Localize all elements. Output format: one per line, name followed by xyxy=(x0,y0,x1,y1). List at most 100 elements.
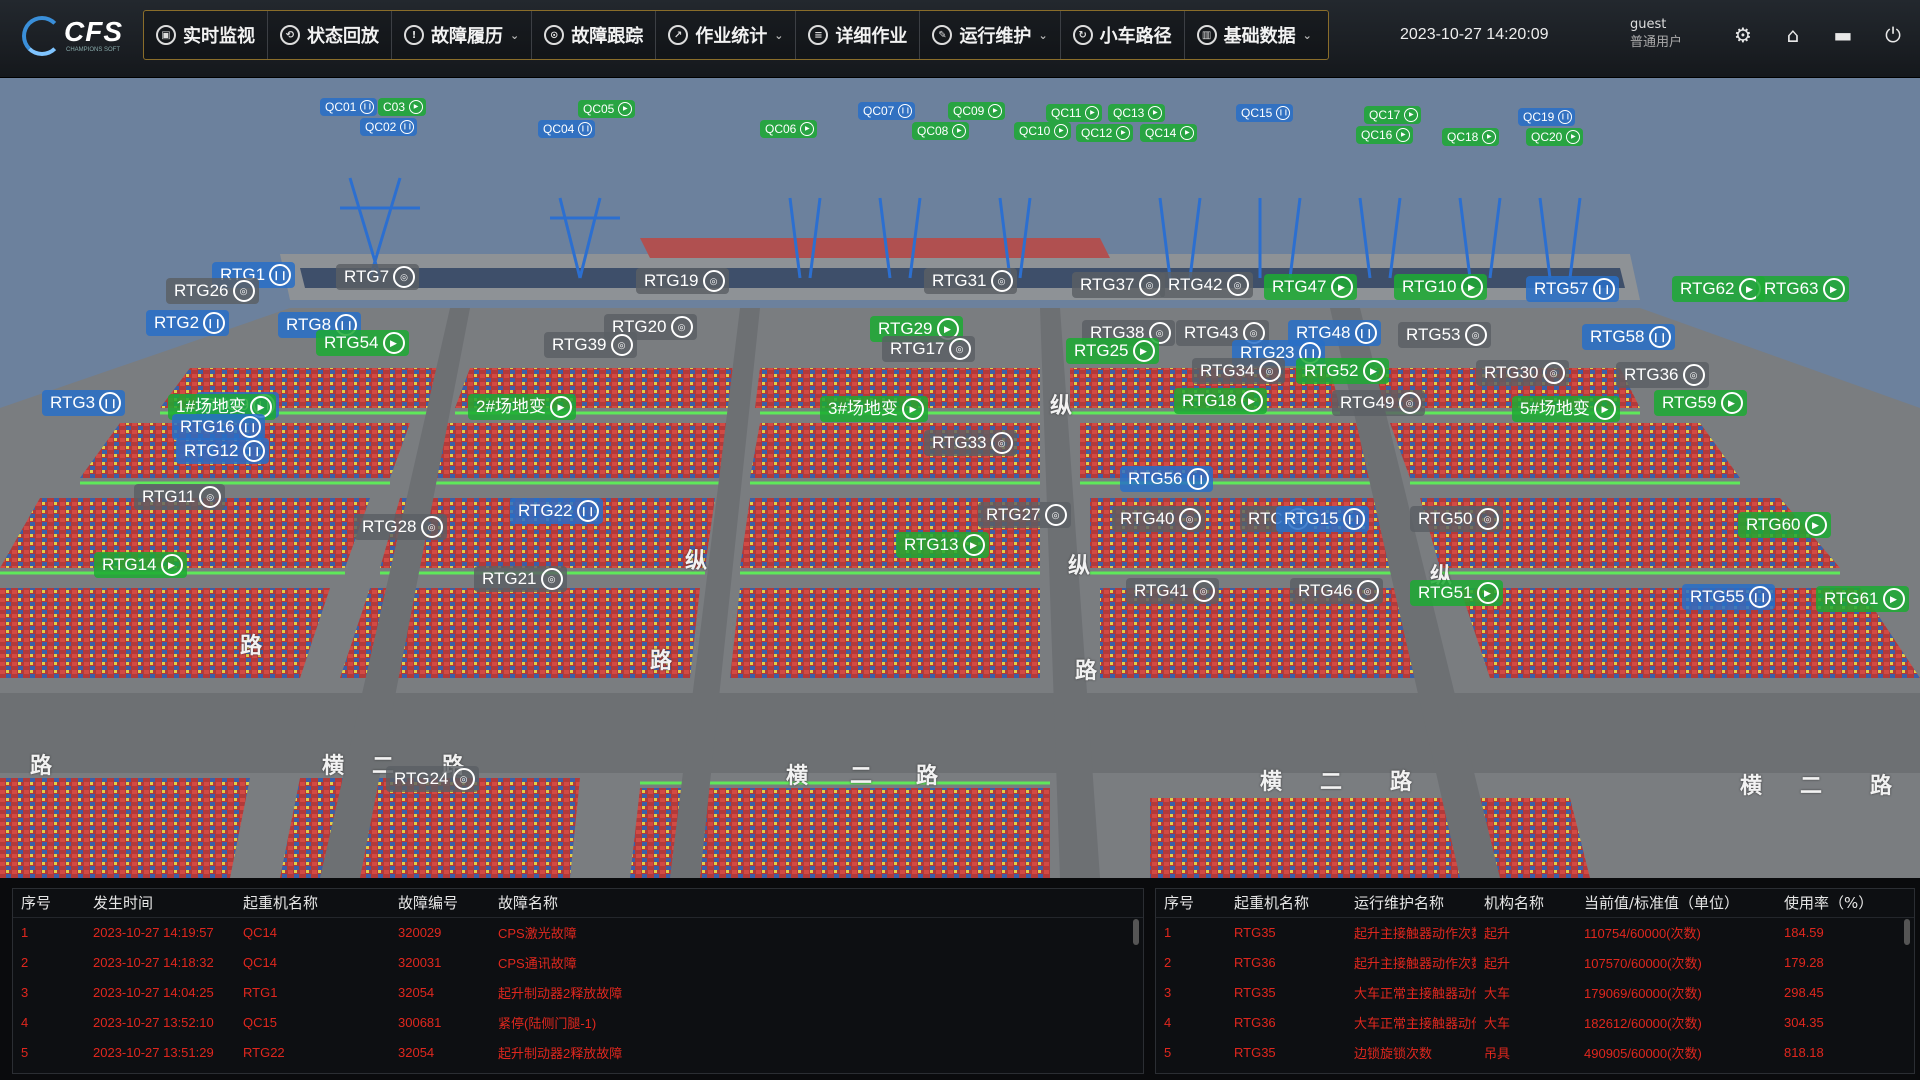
qc-tag[interactable]: QC02 ❙❙ xyxy=(360,118,418,136)
rtg-tag[interactable]: RTG42 ◎ xyxy=(1160,272,1253,298)
qc-tag[interactable]: QC13 ▶ xyxy=(1108,104,1166,122)
fault-table-row[interactable]: 1 2023-10-27 14:19:57 QC14 320029 CPS激光故障 xyxy=(13,917,1143,947)
nav-item[interactable]: ⊙ 故障跟踪 xyxy=(532,11,657,59)
rtg-tag[interactable]: RTG59 ▶ xyxy=(1654,390,1747,416)
qc-tag[interactable]: C03 ▶ xyxy=(378,98,427,116)
rtg-tag[interactable]: RTG15 ❙❙ xyxy=(1276,506,1369,532)
rtg-tag[interactable]: RTG62 ▶ xyxy=(1672,276,1765,302)
rtg-tag[interactable]: RTG12 ❙❙ xyxy=(176,438,269,464)
fault-table-column-header[interactable]: 序号 xyxy=(13,889,85,918)
maintenance-table-column-header[interactable]: 运行维护名称 xyxy=(1346,889,1476,918)
rtg-tag[interactable]: RTG47 ▶ xyxy=(1264,274,1357,300)
qc-tag[interactable]: QC09 ▶ xyxy=(948,102,1006,120)
nav-item[interactable]: ✎ 运行维护 ⌄ xyxy=(920,11,1061,59)
qc-tag[interactable]: QC11 ▶ xyxy=(1046,104,1103,122)
rtg-tag[interactable]: 3#场地变 ▶ xyxy=(820,396,928,422)
rtg-tag[interactable]: RTG3 ❙❙ xyxy=(42,390,126,416)
fault-table-row[interactable]: 3 2023-10-27 14:04:25 RTG1 32054 起升制动器2释放故障 xyxy=(13,977,1143,1007)
nav-item[interactable]: ▥ 基础数据 ⌄ xyxy=(1185,11,1324,59)
rtg-tag[interactable]: RTG30 ◎ xyxy=(1476,360,1569,386)
rtg-tag[interactable]: RTG52 ▶ xyxy=(1296,358,1389,384)
fault-table-column-header[interactable]: 故障名称 xyxy=(490,889,1143,918)
maintenance-table-column-header[interactable]: 使用率（%） xyxy=(1776,889,1914,918)
rtg-tag[interactable]: RTG13 ▶ xyxy=(896,532,989,558)
fault-table-row[interactable]: 5 2023-10-27 13:51:29 RTG22 32054 起升制动器2释放故障 xyxy=(13,1037,1143,1067)
maintenance-table-column-header[interactable]: 当前值/标准值（单位） xyxy=(1576,889,1776,918)
rtg-tag[interactable]: RTG37 ◎ xyxy=(1072,272,1165,298)
qc-tag[interactable]: QC04 ❙❙ xyxy=(538,120,596,138)
rtg-tag[interactable]: RTG53 ◎ xyxy=(1398,322,1491,348)
rtg-tag[interactable]: RTG21 ◎ xyxy=(474,566,567,592)
rtg-tag[interactable]: RTG25 ▶ xyxy=(1066,338,1159,364)
rtg-tag[interactable]: RTG14 ▶ xyxy=(94,552,187,578)
qc-tag[interactable]: QC16 ▶ xyxy=(1356,126,1414,144)
rtg-tag[interactable]: RTG17 ◎ xyxy=(882,336,975,362)
maintenance-table-row[interactable]: 5 RTG35 边锁旋锁次数 吊具 490905/60000(次数) 818.18 xyxy=(1156,1037,1914,1067)
nav-item[interactable]: ▣ 实时监视 xyxy=(144,11,268,59)
fault-table-row[interactable]: 4 2023-10-27 13:52:10 QC15 300681 紧停(陆侧门腿-1) xyxy=(13,1007,1143,1037)
power-icon[interactable]: ⏻ xyxy=(1880,22,1906,48)
maintenance-table-row[interactable]: 3 RTG35 大车正常主接触器动作次数大车 179069/60000(次数) 298.… xyxy=(1156,977,1914,1007)
rtg-tag[interactable]: RTG54 ▶ xyxy=(316,330,409,356)
fault-scrollbar[interactable] xyxy=(1133,919,1139,945)
rtg-tag[interactable]: RTG57 ❙❙ xyxy=(1526,276,1619,302)
qc-tag[interactable]: QC14 ▶ xyxy=(1140,124,1198,142)
qc-tag[interactable]: QC10 ▶ xyxy=(1014,122,1072,140)
qc-tag[interactable]: QC17 ▶ xyxy=(1364,106,1422,124)
rtg-tag[interactable]: RTG10 ▶ xyxy=(1394,274,1487,300)
qc-tag[interactable]: QC20 ▶ xyxy=(1526,128,1584,146)
rtg-tag[interactable]: RTG19 ◎ xyxy=(636,268,729,294)
rtg-tag[interactable]: RTG60 ▶ xyxy=(1738,512,1831,538)
qc-tag[interactable]: QC01 ❙❙ xyxy=(320,98,378,116)
port-3d-scene[interactable]: 横 二 路 横 二 路 横 二 路 横 二 路 路 路 路 路 纵 纵 纵 纵 … xyxy=(0,78,1920,878)
rtg-tag[interactable]: RTG22 ❙❙ xyxy=(510,498,603,524)
maintenance-table-row[interactable]: 4 RTG36 大车正常主接触器动作次数大车 182612/60000(次数) 304.… xyxy=(1156,1007,1914,1037)
rtg-tag[interactable]: RTG16 ❙❙ xyxy=(172,414,265,440)
rtg-tag[interactable]: RTG33 ◎ xyxy=(924,430,1017,456)
qc-tag[interactable]: QC12 ▶ xyxy=(1076,124,1134,142)
maintenance-scrollbar[interactable] xyxy=(1904,919,1910,945)
rtg-tag[interactable]: RTG61 ▶ xyxy=(1816,586,1909,612)
rtg-tag[interactable]: RTG58 ❙❙ xyxy=(1582,324,1675,350)
qc-tag[interactable]: QC08 ▶ xyxy=(912,122,970,140)
home-icon[interactable]: ⌂ xyxy=(1780,22,1806,48)
rtg-tag[interactable]: RTG55 ❙❙ xyxy=(1682,584,1775,610)
rtg-tag[interactable]: RTG11 ◎ xyxy=(134,484,226,510)
maintenance-table-column-header[interactable]: 序号 xyxy=(1156,889,1226,918)
qc-tag[interactable]: QC06 ▶ xyxy=(760,120,818,138)
nav-item[interactable]: ↻ 小车路径 xyxy=(1061,11,1185,59)
rtg-tag[interactable]: RTG56 ❙❙ xyxy=(1120,466,1213,492)
rtg-tag[interactable]: RTG39 ◎ xyxy=(544,332,637,358)
rtg-tag[interactable]: RTG2 ❙❙ xyxy=(146,310,230,336)
qc-tag[interactable]: QC05 ▶ xyxy=(578,100,636,118)
minimize-icon[interactable]: ▬ xyxy=(1830,22,1856,48)
maintenance-table-row[interactable]: 2 RTG36 起升主接触器动作次数 起升 107570/60000(次数) 179.28 xyxy=(1156,947,1914,977)
maintenance-table-column-header[interactable]: 机构名称 xyxy=(1476,889,1576,918)
rtg-tag[interactable]: RTG46 ◎ xyxy=(1290,578,1383,604)
qc-tag[interactable]: QC18 ▶ xyxy=(1442,128,1500,146)
rtg-tag[interactable]: 2#场地变 ▶ xyxy=(468,394,576,420)
cfs-logo[interactable]: CFS CHAMPIONS SOFT xyxy=(22,14,132,58)
fault-table-column-header[interactable]: 起重机名称 xyxy=(235,889,390,918)
nav-item[interactable]: ! 故障履历 ⌄ xyxy=(392,11,533,59)
gear-icon[interactable]: ⚙ xyxy=(1730,22,1756,48)
rtg-tag[interactable]: RTG63 ▶ xyxy=(1756,276,1849,302)
rtg-tag[interactable]: RTG24 ◎ xyxy=(386,766,479,792)
rtg-tag[interactable]: RTG27 ◎ xyxy=(978,502,1071,528)
nav-item[interactable]: ⟲ 状态回放 xyxy=(268,11,392,59)
rtg-tag[interactable]: RTG49 ◎ xyxy=(1332,390,1425,416)
rtg-tag[interactable]: RTG34 ◎ xyxy=(1192,358,1285,384)
rtg-tag[interactable]: RTG36 ◎ xyxy=(1616,362,1709,388)
rtg-tag[interactable]: 5#场地变 ▶ xyxy=(1512,396,1620,422)
rtg-tag[interactable]: RTG31 ◎ xyxy=(924,268,1017,294)
rtg-tag[interactable]: RTG7 ◎ xyxy=(336,264,420,290)
rtg-tag[interactable]: RTG28 ◎ xyxy=(354,514,447,540)
user-info[interactable]: guest 普通用户 xyxy=(1630,16,1682,52)
fault-table-row[interactable]: 2 2023-10-27 14:18:32 QC14 320031 CPS通讯故障 xyxy=(13,947,1143,977)
qc-tag[interactable]: QC15 ❙❙ xyxy=(1236,104,1294,122)
rtg-tag[interactable]: RTG40 ◎ xyxy=(1112,506,1205,532)
rtg-tag[interactable]: RTG51 ▶ xyxy=(1410,580,1503,606)
maintenance-table-row[interactable]: 1 RTG35 起升主接触器动作次数 起升 110754/60000(次数) 184.59 xyxy=(1156,917,1914,947)
fault-table-column-header[interactable]: 发生时间 xyxy=(85,889,235,918)
rtg-tag[interactable]: RTG18 ▶ xyxy=(1174,388,1267,414)
